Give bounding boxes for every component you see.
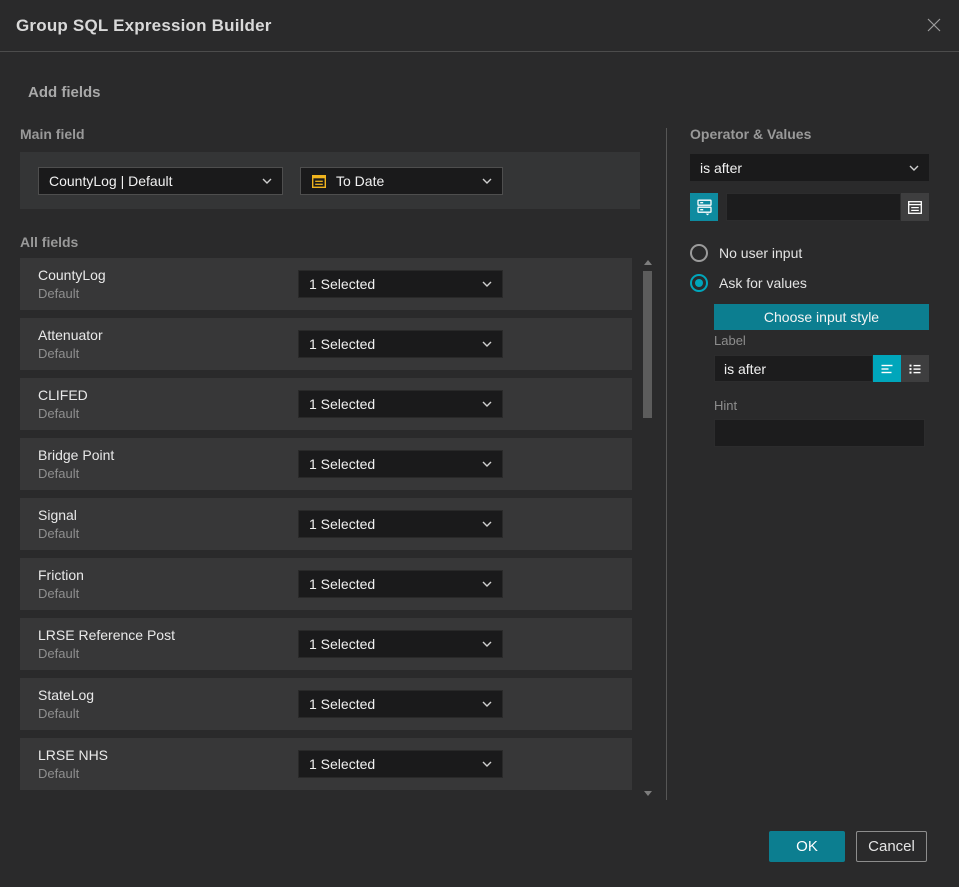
- choose-input-style-button[interactable]: Choose input style: [714, 304, 929, 330]
- field-selected-value: 1 Selected: [309, 696, 376, 712]
- field-name: LRSE Reference Post: [38, 627, 175, 643]
- field-row: CLIFED Default 1 Selected: [20, 378, 632, 430]
- field-selected-value: 1 Selected: [309, 636, 376, 652]
- field-selected-dropdown[interactable]: 1 Selected: [298, 510, 503, 538]
- scrollbar-thumb[interactable]: [643, 271, 652, 418]
- radio-ask-for-values-label: Ask for values: [719, 275, 807, 291]
- field-row: StateLog Default 1 Selected: [20, 678, 632, 730]
- field-name: Attenuator: [38, 327, 103, 343]
- add-fields-heading: Add fields: [28, 84, 101, 101]
- label-label: Label: [714, 333, 746, 348]
- align-left-style-button[interactable]: [873, 355, 901, 382]
- field-subtitle: Default: [38, 706, 80, 721]
- label-input[interactable]: [714, 355, 873, 382]
- field-row: LRSE Reference Post Default 1 Selected: [20, 618, 632, 670]
- field-name: Friction: [38, 567, 84, 583]
- stacked-values-button[interactable]: [690, 193, 718, 221]
- field-selected-value: 1 Selected: [309, 336, 376, 352]
- field-selected-dropdown[interactable]: 1 Selected: [298, 750, 503, 778]
- calendar-icon: [311, 173, 327, 189]
- chevron-down-icon: [482, 581, 492, 587]
- operator-values-heading: Operator & Values: [690, 126, 812, 142]
- operator-select[interactable]: is after: [690, 154, 929, 181]
- field-selected-value: 1 Selected: [309, 576, 376, 592]
- field-selected-value: 1 Selected: [309, 456, 376, 472]
- chevron-down-icon: [482, 341, 492, 347]
- field-selected-dropdown[interactable]: 1 Selected: [298, 330, 503, 358]
- calendar-picker-button[interactable]: [901, 193, 929, 221]
- field-selected-dropdown[interactable]: 1 Selected: [298, 390, 503, 418]
- main-field-container: CountyLog | Default To Date: [20, 152, 640, 209]
- field-subtitle: Default: [38, 526, 80, 541]
- field-selected-value: 1 Selected: [309, 276, 376, 292]
- main-field-select[interactable]: CountyLog | Default: [38, 167, 283, 195]
- list-style-button[interactable]: [901, 355, 929, 382]
- field-selected-value: 1 Selected: [309, 756, 376, 772]
- radio-ask-for-values[interactable]: Ask for values: [690, 274, 807, 292]
- chevron-down-icon: [482, 641, 492, 647]
- label-input-row: [714, 355, 929, 382]
- chevron-down-icon: [482, 761, 492, 767]
- field-row: Friction Default 1 Selected: [20, 558, 632, 610]
- field-row: CountyLog Default 1 Selected: [20, 258, 632, 310]
- field-name: Bridge Point: [38, 447, 115, 463]
- field-row: LRSE NHS Default 1 Selected: [20, 738, 632, 790]
- field-type-select[interactable]: To Date: [300, 167, 503, 195]
- radio-no-user-input[interactable]: No user input: [690, 244, 802, 262]
- dialog-header: Group SQL Expression Builder: [0, 0, 959, 52]
- field-name: LRSE NHS: [38, 747, 109, 763]
- cancel-button[interactable]: Cancel: [856, 831, 927, 862]
- scroll-up-icon[interactable]: [644, 260, 652, 265]
- chevron-down-icon: [482, 178, 492, 184]
- field-name: CLIFED: [38, 387, 88, 403]
- chevron-down-icon: [482, 461, 492, 467]
- field-selected-dropdown[interactable]: 1 Selected: [298, 630, 503, 658]
- field-row: Signal Default 1 Selected: [20, 498, 632, 550]
- field-subtitle: Default: [38, 286, 80, 301]
- main-field-select-value: CountyLog | Default: [49, 173, 173, 189]
- field-name: StateLog: [38, 687, 95, 703]
- hint-input[interactable]: [714, 419, 925, 447]
- field-row: Attenuator Default 1 Selected: [20, 318, 632, 370]
- chevron-down-icon: [262, 178, 272, 184]
- field-name: CountyLog: [38, 267, 106, 283]
- field-type-select-value: To Date: [336, 173, 385, 189]
- radio-no-user-input-label: No user input: [719, 245, 803, 261]
- value-input-row: [690, 193, 929, 221]
- field-selected-dropdown[interactable]: 1 Selected: [298, 270, 503, 298]
- all-fields-label: All fields: [20, 234, 79, 250]
- chevron-down-icon: [482, 281, 492, 287]
- chevron-down-icon: [482, 521, 492, 527]
- radio-circle-selected-icon: [690, 274, 708, 292]
- field-name: Signal: [38, 507, 77, 523]
- field-subtitle: Default: [38, 766, 80, 781]
- close-icon[interactable]: [921, 13, 947, 39]
- main-field-label: Main field: [20, 126, 85, 142]
- radio-circle-icon: [690, 244, 708, 262]
- field-row: Bridge Point Default 1 Selected: [20, 438, 632, 490]
- field-selected-dropdown[interactable]: 1 Selected: [298, 570, 503, 598]
- chevron-down-icon: [482, 401, 492, 407]
- list-scrollbar[interactable]: [642, 258, 654, 798]
- field-subtitle: Default: [38, 346, 80, 361]
- field-subtitle: Default: [38, 586, 80, 601]
- hint-label: Hint: [714, 398, 738, 413]
- dialog-title: Group SQL Expression Builder: [16, 16, 272, 35]
- chevron-down-icon: [482, 701, 492, 707]
- value-input[interactable]: [726, 193, 901, 221]
- field-selected-value: 1 Selected: [309, 516, 376, 532]
- all-fields-list: CountyLog Default 1 Selected Attenuator …: [20, 258, 632, 798]
- field-subtitle: Default: [38, 466, 80, 481]
- field-selected-dropdown[interactable]: 1 Selected: [298, 690, 503, 718]
- chevron-down-icon: [909, 165, 919, 171]
- field-subtitle: Default: [38, 646, 80, 661]
- operator-select-value: is after: [700, 159, 743, 176]
- ok-button[interactable]: OK: [769, 831, 845, 862]
- field-selected-dropdown[interactable]: 1 Selected: [298, 450, 503, 478]
- panel-divider: [666, 128, 667, 800]
- scroll-down-icon[interactable]: [644, 791, 652, 796]
- field-subtitle: Default: [38, 406, 80, 421]
- field-selected-value: 1 Selected: [309, 396, 376, 412]
